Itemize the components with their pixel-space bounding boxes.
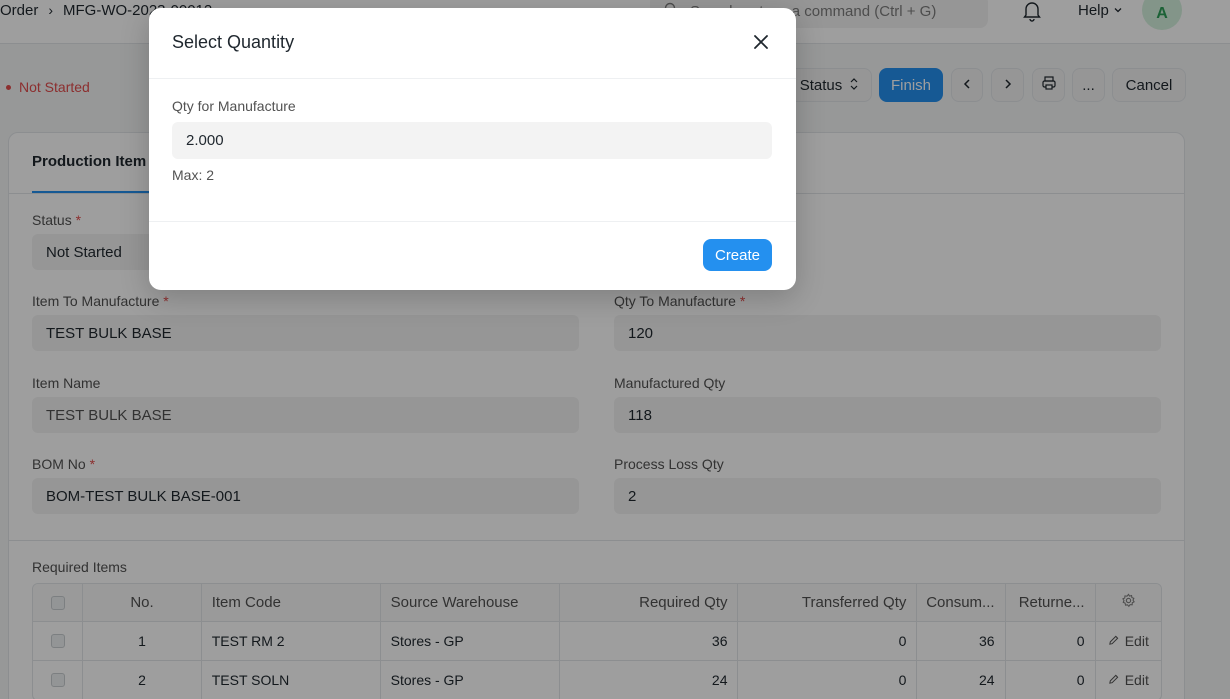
close-icon <box>749 35 773 58</box>
close-button[interactable] <box>749 30 773 54</box>
dialog-title: Select Quantity <box>172 32 295 52</box>
max-qty-hint: Max: 2 <box>172 167 215 183</box>
qty-for-manufacture-label: Qty for Manufacture <box>172 98 296 114</box>
select-quantity-dialog: Select Quantity Qty for Manufacture Max:… <box>149 8 796 290</box>
qty-for-manufacture-input[interactable] <box>172 122 772 159</box>
dialog-footer-divider <box>149 221 796 222</box>
create-button[interactable]: Create <box>703 239 772 271</box>
dialog-header-divider <box>149 78 796 79</box>
